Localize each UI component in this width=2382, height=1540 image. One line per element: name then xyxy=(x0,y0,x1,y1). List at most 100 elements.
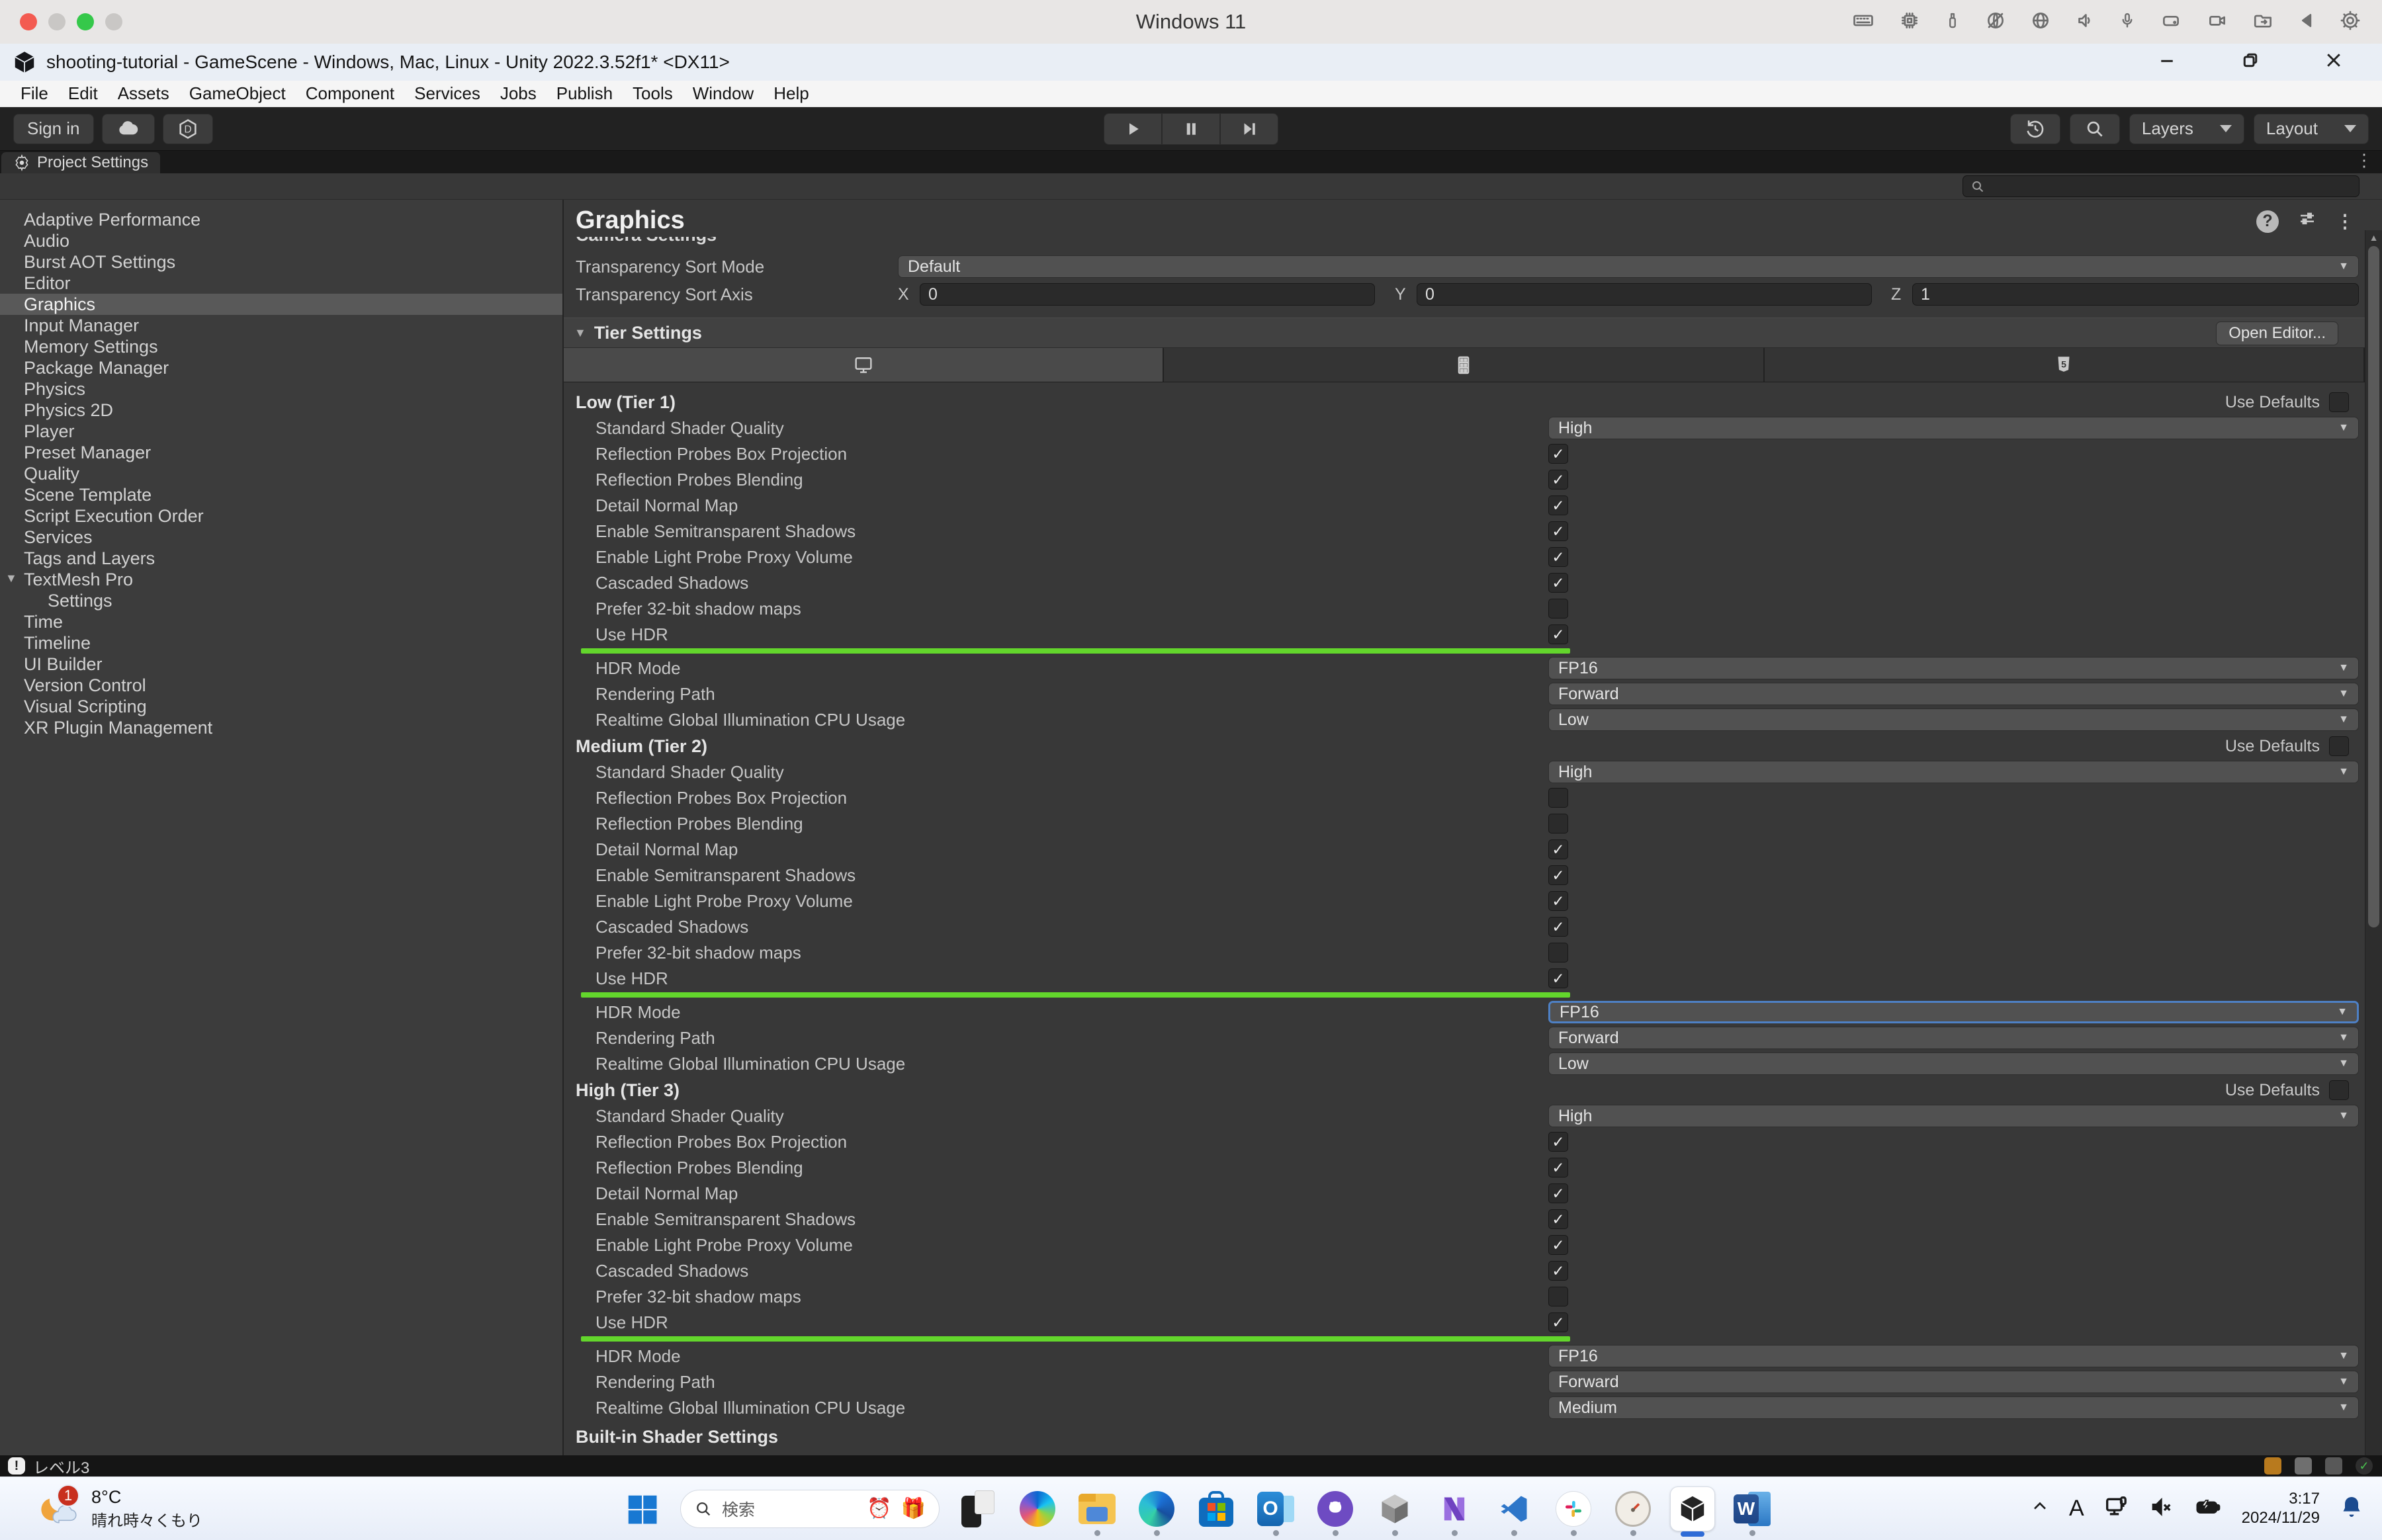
battery-icon[interactable] xyxy=(2193,1494,2223,1523)
sidebar-item-memory-settings[interactable]: Memory Settings xyxy=(0,336,562,357)
app-slack[interactable] xyxy=(1547,1480,1600,1538)
sidebar-item-scene-template[interactable]: Scene Template xyxy=(0,484,562,505)
cascaded-shadows-checkbox[interactable]: ✓ xyxy=(1548,917,1568,937)
gear-icon[interactable] xyxy=(2338,9,2362,35)
sidebar-item-physics[interactable]: Physics xyxy=(0,378,562,400)
scroll-up-arrow-icon[interactable]: ▲ xyxy=(2365,230,2382,245)
standard-shader-quality-dropdown[interactable]: High▼ xyxy=(1548,417,2359,439)
transparency-sort-mode-dropdown[interactable]: Default ▼ xyxy=(898,255,2359,278)
use-hdr-checkbox[interactable]: ✓ xyxy=(1548,624,1568,644)
menu-jobs[interactable]: Jobs xyxy=(490,83,547,104)
open-editor-button[interactable]: Open Editor... xyxy=(2216,321,2338,345)
use-defaults-checkbox[interactable] xyxy=(2329,736,2349,756)
menu-edit[interactable]: Edit xyxy=(58,83,108,104)
cache-status-icon[interactable] xyxy=(2295,1457,2312,1475)
menu-assets[interactable]: Assets xyxy=(108,83,179,104)
cpu-icon[interactable] xyxy=(1898,9,1921,35)
context-menu-kebab-icon[interactable]: ⋮ xyxy=(2336,210,2354,232)
menu-gameobject[interactable]: GameObject xyxy=(179,83,296,104)
taskbar-search[interactable]: 検索 ⏰ 🎁 xyxy=(680,1490,940,1528)
extra-traffic-light[interactable] xyxy=(105,13,122,30)
harddrive-icon[interactable] xyxy=(2158,9,2184,35)
keyboard-icon[interactable] xyxy=(1850,9,1876,35)
realtime-global-illumination-cpu-usage-dropdown[interactable]: Medium▼ xyxy=(1548,1396,2359,1419)
sign-in-button[interactable]: Sign in xyxy=(13,114,94,144)
menu-component[interactable]: Component xyxy=(296,83,404,104)
hdr-mode-dropdown[interactable]: FP16▼ xyxy=(1548,1001,2359,1023)
detail-normal-map-checkbox[interactable]: ✓ xyxy=(1548,1183,1568,1203)
app-word[interactable]: W xyxy=(1726,1480,1779,1538)
detail-normal-map-checkbox[interactable]: ✓ xyxy=(1548,839,1568,859)
app-unity-hub[interactable] xyxy=(1368,1480,1421,1538)
sidebar-item-package-manager[interactable]: Package Manager xyxy=(0,357,562,378)
microphone-icon[interactable] xyxy=(2117,9,2137,35)
console-message-icon[interactable]: ! xyxy=(8,1457,25,1475)
tab-menu-kebab-icon[interactable]: ⋮ xyxy=(2356,150,2373,171)
alarm-clock-icon[interactable]: ⏰ xyxy=(867,1497,891,1520)
sidebar-item-audio[interactable]: Audio xyxy=(0,230,562,251)
ime-mode-indicator[interactable]: A xyxy=(2069,1496,2084,1521)
play-back-icon[interactable] xyxy=(2297,9,2317,35)
globe-slash-icon[interactable] xyxy=(1984,9,2007,35)
axis-y-input[interactable]: 0 xyxy=(1417,283,1872,306)
menu-tools[interactable]: Tools xyxy=(623,83,683,104)
menu-file[interactable]: File xyxy=(11,83,58,104)
sidebar-item-services[interactable]: Services xyxy=(0,527,562,548)
hdr-mode-dropdown[interactable]: FP16▼ xyxy=(1548,1345,2359,1367)
foldout-arrow-icon[interactable]: ▼ xyxy=(574,326,586,340)
compile-ok-icon[interactable]: ✓ xyxy=(2356,1457,2373,1475)
webgl-platform-tab[interactable]: 5 xyxy=(1765,348,2365,382)
app-github-desktop[interactable] xyxy=(1309,1480,1362,1538)
app-unity-editor-active[interactable] xyxy=(1666,1480,1719,1538)
zoom-traffic-light[interactable] xyxy=(77,13,94,30)
vertical-scrollbar[interactable]: ▲ xyxy=(2365,230,2382,1455)
sidebar-item-burst-aot-settings[interactable]: Burst AOT Settings xyxy=(0,251,562,273)
menu-publish[interactable]: Publish xyxy=(547,83,623,104)
usb-icon[interactable] xyxy=(1943,9,1963,35)
shared-folder-icon[interactable] xyxy=(2251,9,2276,35)
app-outlook[interactable]: O xyxy=(1249,1480,1302,1538)
speaker-icon[interactable] xyxy=(2074,9,2096,35)
play-button[interactable] xyxy=(1104,113,1162,145)
rendering-path-dropdown[interactable]: Forward▼ xyxy=(1548,1371,2359,1393)
prefer-32-bit-shadow-maps-checkbox[interactable] xyxy=(1548,1287,1568,1306)
menu-services[interactable]: Services xyxy=(404,83,490,104)
sidebar-item-xr-plugin-management[interactable]: XR Plugin Management xyxy=(0,717,562,738)
sidebar-item-tags-and-layers[interactable]: Tags and Layers xyxy=(0,548,562,569)
prefer-32-bit-shadow-maps-checkbox[interactable] xyxy=(1548,943,1568,962)
app-file-explorer[interactable] xyxy=(1071,1480,1124,1538)
rendering-path-dropdown[interactable]: Forward▼ xyxy=(1548,1027,2359,1049)
globe-icon[interactable] xyxy=(2029,9,2052,35)
settings-search-input[interactable] xyxy=(1992,177,2352,195)
use-defaults-checkbox[interactable] xyxy=(2329,392,2349,412)
sidebar-item-editor[interactable]: Editor xyxy=(0,273,562,294)
sidebar-item-time[interactable]: Time xyxy=(0,611,562,632)
minimize-traffic-light[interactable] xyxy=(48,13,66,30)
scrollbar-thumb[interactable] xyxy=(2368,246,2379,927)
weather-widget[interactable]: 1 8°C 晴れ時々くもり xyxy=(37,1487,202,1531)
start-button[interactable] xyxy=(615,1480,668,1538)
network-status-icon[interactable] xyxy=(2325,1457,2342,1475)
reflection-probes-blending-checkbox[interactable]: ✓ xyxy=(1548,470,1568,490)
app-purple-n[interactable] xyxy=(1428,1480,1481,1538)
sidebar-item-version-control[interactable]: Version Control xyxy=(0,675,562,696)
sidebar-item-adaptive-performance[interactable]: Adaptive Performance xyxy=(0,209,562,230)
prefer-32-bit-shadow-maps-checkbox[interactable] xyxy=(1548,599,1568,619)
network-icon[interactable] xyxy=(2103,1494,2129,1523)
rendering-path-dropdown[interactable]: Forward▼ xyxy=(1548,683,2359,705)
sidebar-item-input-manager[interactable]: Input Manager xyxy=(0,315,562,336)
cascaded-shadows-checkbox[interactable]: ✓ xyxy=(1548,1261,1568,1281)
tab-project-settings[interactable]: Project Settings xyxy=(1,152,160,173)
axis-x-input[interactable]: 0 xyxy=(920,283,1375,306)
tier-settings-header[interactable]: ▼ Tier Settings Open Editor... xyxy=(564,318,2365,348)
standard-shader-quality-dropdown[interactable]: High▼ xyxy=(1548,761,2359,783)
enable-semitransparent-shadows-checkbox[interactable]: ✓ xyxy=(1548,521,1568,541)
cloud-button[interactable] xyxy=(102,114,155,144)
sidebar-item-quality[interactable]: Quality xyxy=(0,463,562,484)
search-button[interactable] xyxy=(2070,114,2120,144)
step-button[interactable] xyxy=(1220,113,1278,145)
app-edge[interactable] xyxy=(1130,1480,1183,1538)
presets-icon[interactable] xyxy=(2297,209,2317,234)
enable-light-probe-proxy-volume-checkbox[interactable]: ✓ xyxy=(1548,891,1568,911)
gift-icon[interactable]: 🎁 xyxy=(901,1497,926,1520)
